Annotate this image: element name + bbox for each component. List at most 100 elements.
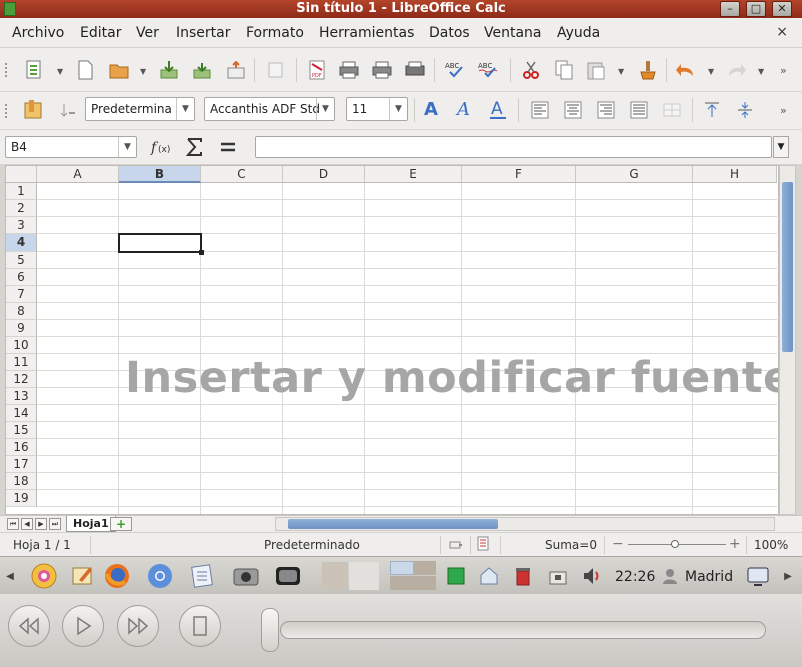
menu-archivo[interactable]: Archivo — [12, 25, 64, 41]
row-header[interactable]: 13 — [6, 388, 37, 405]
rewind-icon[interactable] — [8, 605, 50, 647]
zoom-out-button[interactable]: − — [612, 536, 624, 552]
last-sheet-icon[interactable]: ⏭ — [49, 518, 61, 530]
chevron-down-icon[interactable]: ▼ — [118, 137, 136, 157]
print-icon[interactable] — [337, 58, 361, 82]
menu-insertar[interactable]: Insertar — [176, 25, 231, 41]
align-top-icon[interactable] — [700, 98, 724, 122]
close-document-button[interactable]: × — [776, 24, 788, 40]
notes-icon[interactable] — [188, 562, 216, 590]
print-preview-icon[interactable] — [403, 58, 427, 82]
select-all-corner[interactable] — [6, 166, 37, 183]
column-header-h[interactable]: H — [693, 166, 777, 183]
row-header[interactable]: 11 — [6, 354, 37, 371]
green-app-icon[interactable] — [442, 562, 470, 590]
sheet-tab-hoja1[interactable]: Hoja1 — [66, 516, 116, 532]
toolbar-overflow-icon[interactable]: » — [780, 104, 787, 117]
auto-spellcheck-icon[interactable]: ABC — [477, 58, 501, 82]
user-name[interactable]: Madrid — [685, 569, 733, 585]
expand-formula-bar-icon[interactable]: ▼ — [773, 136, 789, 158]
row-header-active[interactable]: 4 — [6, 234, 37, 252]
row-header[interactable]: 18 — [6, 473, 37, 490]
spellcheck-icon[interactable]: ABC — [444, 58, 468, 82]
function-wizard-icon[interactable]: f (x) — [150, 135, 174, 159]
row-header[interactable]: 10 — [6, 337, 37, 354]
column-header-e[interactable]: E — [365, 166, 462, 183]
center-vertically-icon[interactable] — [733, 98, 757, 122]
chevron-down-icon[interactable]: ▼ — [618, 67, 624, 76]
play-icon[interactable] — [62, 605, 104, 647]
minimize-button[interactable]: – — [720, 1, 740, 17]
screenshot-camera-icon[interactable] — [232, 562, 260, 590]
start-menu-icon[interactable] — [30, 562, 58, 590]
cut-icon[interactable] — [519, 58, 543, 82]
column-header-a[interactable]: A — [37, 166, 119, 183]
workspace-switcher-5[interactable] — [390, 576, 414, 590]
clone-formatting-icon[interactable] — [636, 58, 660, 82]
selection-sum[interactable]: Suma=0 — [545, 538, 597, 552]
clock[interactable]: 22:26 — [615, 569, 655, 585]
formula-icon[interactable] — [216, 135, 240, 159]
column-header-b[interactable]: B — [119, 166, 201, 183]
horizontal-scroll-thumb[interactable] — [288, 519, 498, 529]
zoom-slider-knob[interactable] — [671, 540, 679, 548]
chevron-down-icon[interactable]: ▼ — [708, 67, 714, 76]
menu-herramientas[interactable]: Herramientas — [319, 25, 414, 41]
workspace-switcher-6[interactable] — [414, 576, 436, 590]
bold-icon[interactable]: A — [420, 97, 444, 121]
column-header-c[interactable]: C — [201, 166, 283, 183]
add-sheet-button[interactable]: + — [110, 517, 132, 531]
row-header[interactable]: 9 — [6, 320, 37, 337]
italic-icon[interactable]: A — [453, 97, 477, 121]
justify-icon[interactable] — [627, 98, 651, 122]
column-header-f[interactable]: F — [462, 166, 576, 183]
templates-icon[interactable] — [73, 58, 97, 82]
taskbar-left-arrow-icon[interactable]: ◀ — [0, 562, 20, 590]
chromium-icon[interactable] — [146, 562, 174, 590]
column-header-g[interactable]: G — [576, 166, 693, 183]
name-box[interactable]: B4 ▼ — [5, 136, 137, 158]
workspace-switcher-1[interactable] — [322, 562, 348, 590]
zoom-in-button[interactable]: + — [729, 536, 741, 552]
menu-formato[interactable]: Formato — [246, 25, 304, 41]
network-icon[interactable] — [475, 562, 503, 590]
seek-bar-track[interactable] — [280, 621, 766, 639]
first-sheet-icon[interactable]: ⏮ — [7, 518, 19, 530]
vertical-scroll-thumb[interactable] — [782, 182, 793, 352]
row-header[interactable]: 8 — [6, 303, 37, 320]
zoom-level[interactable]: 100% — [754, 538, 788, 552]
undo-icon[interactable] — [674, 58, 698, 82]
new-document-icon[interactable] — [22, 58, 46, 82]
sort-icon[interactable] — [55, 98, 79, 122]
workspace-switcher-4[interactable] — [414, 561, 436, 575]
removable-drive-icon[interactable] — [544, 562, 572, 590]
row-header[interactable]: 15 — [6, 422, 37, 439]
row-header[interactable]: 6 — [6, 269, 37, 286]
row-header[interactable]: 2 — [6, 200, 37, 217]
paragraph-style-select[interactable]: Predetermina ▼ — [85, 97, 195, 121]
row-header[interactable]: 19 — [6, 490, 37, 507]
email-icon[interactable] — [224, 58, 248, 82]
sum-icon[interactable] — [183, 135, 207, 159]
paste-icon[interactable] — [584, 58, 608, 82]
spreadsheet-grid[interactable]: A B C D E F G H 1 2 3 4 5 6 7 8 9 10 11 … — [5, 165, 779, 515]
display-settings-icon[interactable] — [744, 562, 772, 590]
toolbar-grip[interactable] — [5, 104, 8, 118]
menu-ver[interactable]: Ver — [136, 25, 159, 41]
close-window-button[interactable]: ✕ — [772, 1, 792, 17]
row-header[interactable]: 1 — [6, 183, 37, 200]
edit-mode-icon[interactable] — [264, 58, 288, 82]
menu-ventana[interactable]: Ventana — [484, 25, 542, 41]
workspace-switcher-2[interactable] — [349, 562, 379, 590]
chevron-down-icon[interactable]: ▼ — [57, 67, 63, 76]
copy-icon[interactable] — [552, 58, 576, 82]
taskbar-right-arrow-icon[interactable]: ▶ — [778, 562, 798, 590]
underline-icon[interactable]: A — [486, 97, 510, 121]
row-header[interactable]: 12 — [6, 371, 37, 388]
menu-ayuda[interactable]: Ayuda — [557, 25, 600, 41]
row-header[interactable]: 5 — [6, 252, 37, 269]
save-icon[interactable] — [157, 58, 181, 82]
menu-editar[interactable]: Editar — [80, 25, 121, 41]
row-header[interactable]: 3 — [6, 217, 37, 234]
formula-input[interactable] — [255, 136, 772, 158]
